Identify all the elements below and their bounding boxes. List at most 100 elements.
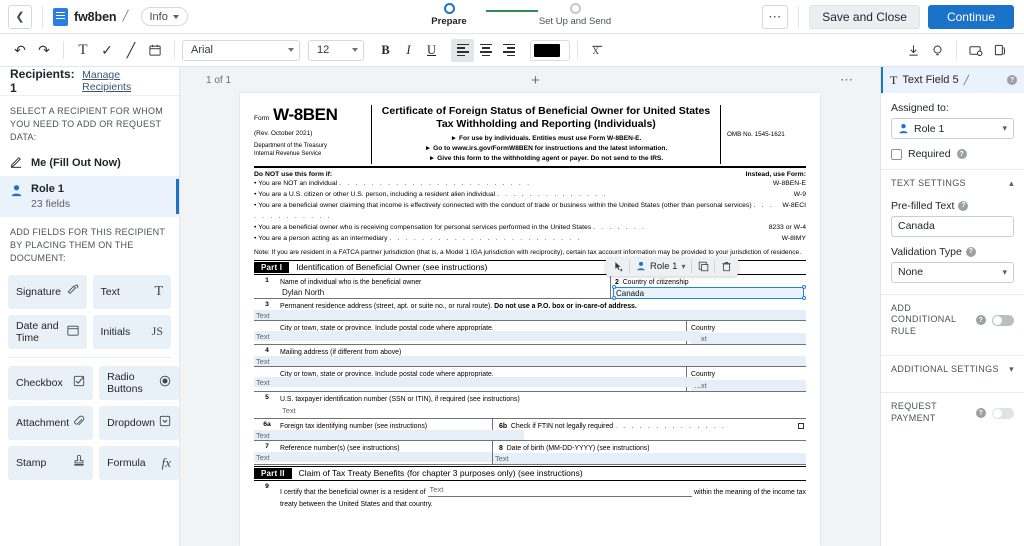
- form-field-foreign-tin[interactable]: Text: [254, 430, 524, 440]
- form-field-treaty-country[interactable]: Text: [428, 484, 693, 497]
- help-icon[interactable]: ?: [1007, 75, 1017, 85]
- text-color-picker[interactable]: [530, 40, 570, 61]
- do-not-use-header: Do NOT use this form if: Instead, use Fo…: [254, 171, 806, 178]
- field-label: Initials: [101, 326, 131, 338]
- help-icon[interactable]: ?: [958, 201, 968, 211]
- form-field-permanent-address[interactable]: Text: [254, 310, 806, 320]
- additional-settings-row[interactable]: ADDITIONAL SETTINGS ▾: [881, 356, 1024, 384]
- calendar-tool-icon[interactable]: [143, 38, 167, 62]
- country-of-citizenship-cell: 2 Country of citizenship Canada: [610, 275, 806, 298]
- do-not-use-section: Do NOT use this form if: Instead, use Fo…: [254, 171, 806, 244]
- field-label: Attachment: [16, 417, 69, 429]
- manage-recipients-link[interactable]: Manage Recipients: [82, 69, 169, 93]
- form-field-country-2[interactable]: Text: [691, 380, 806, 391]
- field-button-date-and-time[interactable]: Date and Time: [8, 315, 87, 349]
- field-button-initials[interactable]: Initials JS: [93, 315, 172, 349]
- recipient-me-option[interactable]: Me (Fill Out Now): [0, 150, 179, 176]
- part-1-title: Identification of Beneficial Owner (see …: [296, 262, 487, 273]
- step-prepare[interactable]: Prepare: [412, 3, 486, 27]
- align-center-icon[interactable]: [474, 39, 497, 62]
- info-dropdown[interactable]: Info: [141, 7, 188, 26]
- clear-formatting-icon[interactable]: X: [585, 38, 609, 62]
- pencil-icon[interactable]: ╱: [964, 75, 969, 86]
- required-checkbox-row[interactable]: Required ?: [891, 148, 1014, 160]
- assigned-to-select[interactable]: Role 1 ▾: [891, 118, 1014, 139]
- field-button-dropdown[interactable]: Dropdown: [99, 406, 179, 440]
- form-identity-block: Form W-8BEN (Rev. October 2021) Departme…: [254, 105, 372, 164]
- trash-icon[interactable]: [715, 257, 737, 276]
- redo-icon[interactable]: ↷: [32, 38, 56, 62]
- text-settings-section-header[interactable]: TEXT SETTINGS ▴: [881, 170, 1024, 198]
- back-button[interactable]: ❮: [8, 5, 32, 29]
- field-button-checkbox[interactable]: Checkbox: [8, 366, 93, 400]
- document-canvas[interactable]: 1 of 1 + ⋯ Form W-8BEN (Rev. October 202…: [180, 67, 880, 546]
- checkmark-tool-icon[interactable]: ✓: [95, 38, 119, 62]
- request-payment-row[interactable]: REQUEST PAYMENT ?: [881, 393, 1024, 432]
- page-options-button[interactable]: ⋯: [840, 72, 854, 88]
- save-and-close-button[interactable]: Save and Close: [809, 5, 920, 29]
- ftin-checkbox[interactable]: [798, 423, 804, 429]
- form-field-ssn-itin[interactable]: Text: [280, 405, 806, 416]
- sidebar-item-role-1[interactable]: Role 1 23 fields: [0, 176, 179, 217]
- download-icon[interactable]: [901, 38, 925, 62]
- stamp-icon: [73, 455, 85, 471]
- continue-button[interactable]: Continue: [928, 5, 1014, 29]
- resize-handle[interactable]: [612, 285, 616, 289]
- document-page[interactable]: Form W-8BEN (Rev. October 2021) Departme…: [240, 93, 820, 546]
- format-toolbar: ↶ ↷ T ✓ ╱ Arial 12 B I U: [0, 34, 1024, 67]
- field-role-dropdown[interactable]: Role 1 ▾: [630, 261, 691, 272]
- info-label: Info: [150, 11, 168, 23]
- help-icon[interactable]: ?: [966, 247, 976, 257]
- field-button-signature[interactable]: Signature: [8, 275, 87, 309]
- step-setup-and-send[interactable]: Set Up and Send: [538, 3, 612, 27]
- font-size-select[interactable]: 12: [308, 40, 364, 61]
- font-family-select[interactable]: Arial: [182, 40, 300, 61]
- form-field-country-1[interactable]: Text: [691, 333, 806, 344]
- field-button-formula[interactable]: Formula fx: [99, 446, 179, 480]
- validation-type-select[interactable]: None ▾: [891, 262, 1014, 283]
- add-page-button[interactable]: +: [531, 73, 540, 88]
- move-field-icon[interactable]: [607, 257, 629, 276]
- request-payment-label: REQUEST PAYMENT: [891, 401, 970, 424]
- undo-icon[interactable]: ↶: [8, 38, 32, 62]
- field-button-text[interactable]: Text T: [93, 275, 172, 309]
- form-field-country-selected[interactable]: Canada: [613, 287, 804, 299]
- help-icon[interactable]: ?: [957, 149, 967, 159]
- step-dot-icon: [570, 3, 581, 14]
- form-field-reference-number[interactable]: Text: [254, 452, 492, 462]
- field-button-stamp[interactable]: Stamp: [8, 446, 93, 480]
- field-button-radio-buttons[interactable]: Radio Buttons: [99, 366, 179, 400]
- row-label: 2 Country of citizenship: [615, 276, 806, 287]
- resize-handle[interactable]: [802, 285, 806, 289]
- duplicate-icon[interactable]: [692, 257, 714, 276]
- form-field-city-2[interactable]: Text: [254, 377, 701, 387]
- required-checkbox[interactable]: [891, 149, 902, 160]
- more-options-button[interactable]: ⋯: [762, 5, 788, 29]
- display-settings-icon[interactable]: [964, 38, 988, 62]
- form-field-city-1[interactable]: Text: [254, 331, 701, 341]
- lightbulb-icon[interactable]: [925, 38, 949, 62]
- row-label: Name of individual who is the beneficial…: [280, 276, 610, 287]
- form-field-mailing-address[interactable]: Text: [254, 356, 806, 366]
- prefilled-text-input[interactable]: Canada: [891, 216, 1014, 237]
- help-icon[interactable]: ?: [976, 315, 986, 325]
- line-tool-icon[interactable]: ╱: [119, 38, 143, 62]
- conditional-rule-row[interactable]: ADD CONDITIONAL RULE ?: [881, 295, 1024, 346]
- align-right-icon[interactable]: [497, 39, 520, 62]
- step-connector: [486, 10, 538, 12]
- row-label: I certify that the beneficial owner is a…: [280, 482, 806, 497]
- form-field-name[interactable]: Dylan North: [280, 287, 610, 298]
- request-payment-toggle[interactable]: [992, 408, 1014, 419]
- underline-button[interactable]: U: [420, 39, 443, 62]
- part-2-header: Part II Claim of Tax Treaty Benefits (fo…: [254, 466, 806, 481]
- field-button-attachment[interactable]: Attachment: [8, 406, 93, 440]
- duplicate-pages-icon[interactable]: [988, 38, 1012, 62]
- italic-button[interactable]: I: [397, 39, 420, 62]
- help-icon[interactable]: ?: [976, 408, 986, 418]
- text-tool-icon[interactable]: T: [71, 38, 95, 62]
- conditional-rule-toggle[interactable]: [992, 315, 1014, 326]
- pencil-icon[interactable]: ╱: [122, 11, 128, 22]
- align-left-icon[interactable]: [451, 39, 474, 62]
- form-field-date-of-birth[interactable]: Text: [493, 453, 806, 464]
- bold-button[interactable]: B: [374, 39, 397, 62]
